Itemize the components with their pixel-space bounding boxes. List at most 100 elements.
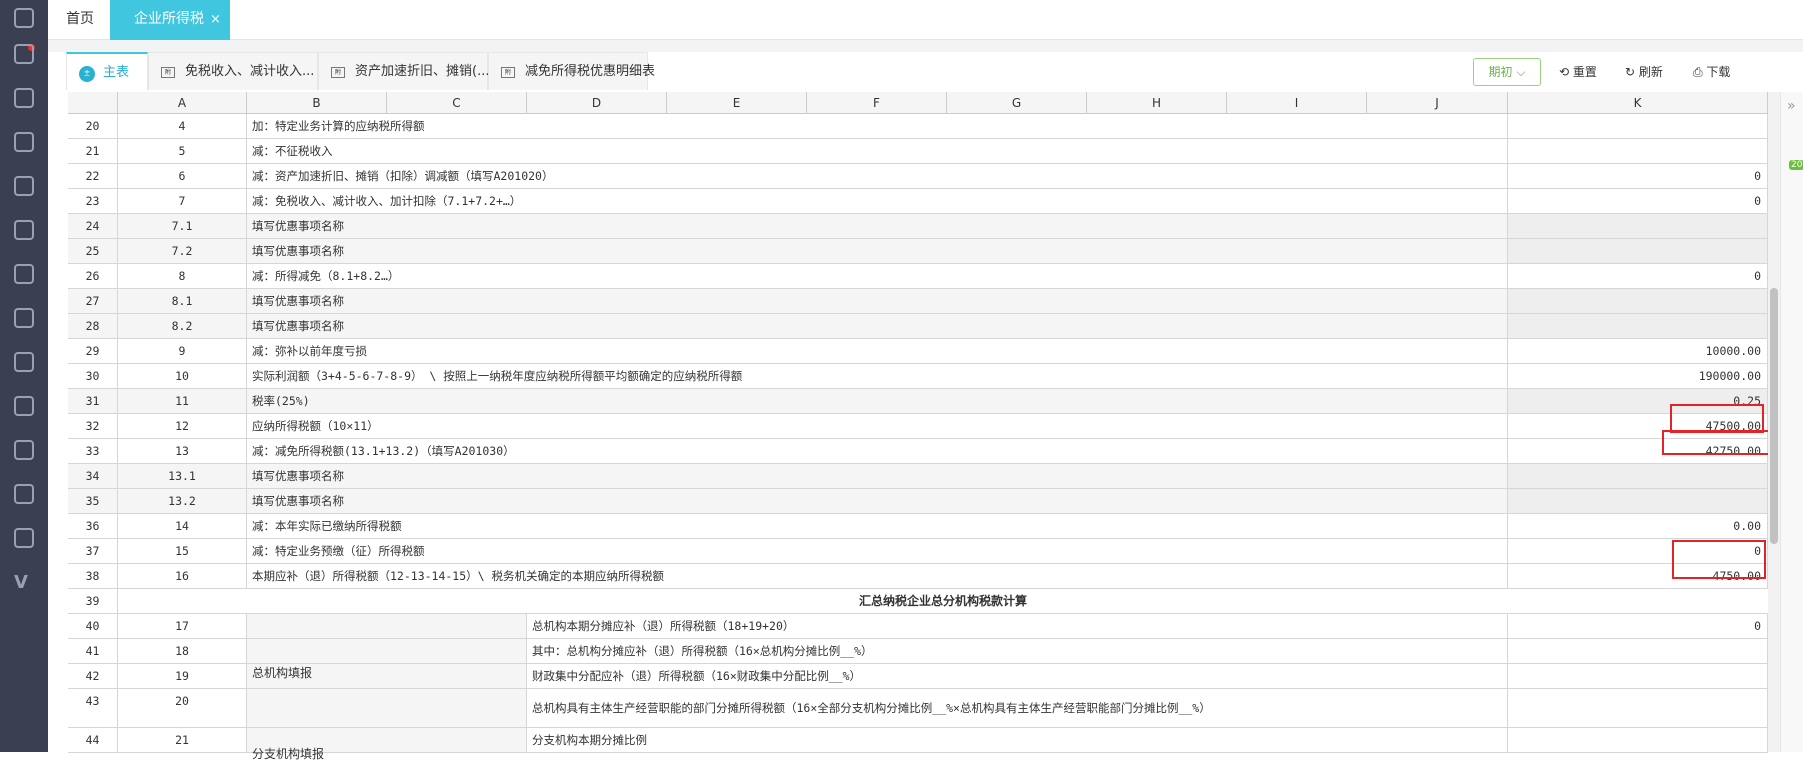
column-header[interactable]: H xyxy=(1087,92,1227,114)
chart-icon[interactable] xyxy=(14,88,34,108)
row-value[interactable] xyxy=(1508,639,1768,663)
table-row: 33 13 减：减免所得税额(13.1+13.2)（填写A201030） 42750.… xyxy=(68,439,1768,464)
row-index: 7 xyxy=(118,189,247,213)
row-description: 分支机构本期分摊比例 xyxy=(527,728,1508,752)
column-header[interactable]: C xyxy=(387,92,527,114)
highlight-box-row-38 xyxy=(1672,540,1766,579)
right-collapse-panel[interactable]: » 20 xyxy=(1780,92,1803,752)
scrollbar-thumb[interactable] xyxy=(1770,288,1778,544)
sheet-tab-label: 减免所得税优惠明细表 xyxy=(525,64,656,79)
row-value[interactable] xyxy=(1508,139,1768,163)
row-description: 填写优惠事项名称 xyxy=(247,239,1508,263)
archive-icon[interactable] xyxy=(14,440,34,460)
table-row: 27 8.1 填写优惠事项名称 xyxy=(68,289,1768,314)
chevron-right-icon[interactable]: » xyxy=(1787,98,1796,114)
row-value[interactable] xyxy=(1508,489,1768,513)
row-number: 38 xyxy=(68,564,118,588)
download-label: 下载 xyxy=(1706,65,1731,79)
report-icon[interactable] xyxy=(14,220,34,240)
period-dropdown[interactable]: 期初 ⌵ xyxy=(1473,58,1541,86)
video-icon[interactable] xyxy=(14,528,34,548)
row-number: 36 xyxy=(68,514,118,538)
row-value[interactable]: 0 xyxy=(1508,189,1768,213)
section-row: 39 汇总纳税企业总分机构税款计算 xyxy=(68,589,1768,614)
row-number: 37 xyxy=(68,539,118,563)
row-description: 总机构具有主体生产经营职能的部门分摊所得税额（16×全部分支机构分摊比例__%×… xyxy=(527,689,1508,727)
tab-home[interactable]: 首页 xyxy=(66,0,94,40)
highlight-box-row-32 xyxy=(1670,404,1764,433)
row-index: 8.2 xyxy=(118,314,247,338)
column-header[interactable]: G xyxy=(947,92,1087,114)
sheet-tab-label: 主表 xyxy=(103,65,130,80)
document-icon[interactable] xyxy=(14,396,34,416)
row-number: 28 xyxy=(68,314,118,338)
refresh-button[interactable]: ↻ 刷新 xyxy=(1625,58,1663,86)
tax-icon[interactable] xyxy=(14,308,34,328)
row-value[interactable] xyxy=(1508,289,1768,313)
row-index: 4 xyxy=(118,114,247,138)
row-value[interactable]: 0.00 xyxy=(1508,514,1768,538)
sheet-tab-tax-relief[interactable]: 附减免所得税优惠明细表 xyxy=(488,52,655,90)
row-value[interactable]: 0 xyxy=(1508,164,1768,188)
invoice-icon[interactable] xyxy=(14,44,34,64)
toolbar: 期初 ⌵ ⟲ 重置 ↻ 刷新 ⎙ 下载 xyxy=(1463,58,1763,86)
row-value[interactable] xyxy=(1508,464,1768,488)
row-index: 17 xyxy=(118,614,247,638)
row-index: 5 xyxy=(118,139,247,163)
money-bag-icon[interactable] xyxy=(14,132,34,152)
row-value[interactable] xyxy=(1508,214,1768,238)
row-value[interactable] xyxy=(1508,664,1768,688)
sheet-tab-depreciation[interactable]: 附资产加速折旧、摊销(... xyxy=(318,52,489,90)
close-icon[interactable]: × xyxy=(210,12,221,27)
row-value[interactable] xyxy=(1508,114,1768,138)
row-description: 填写优惠事项名称 xyxy=(247,289,1508,313)
column-header[interactable]: D xyxy=(527,92,667,114)
column-header[interactable]: J xyxy=(1367,92,1508,114)
group-cell xyxy=(247,614,527,638)
row-value[interactable]: 0 xyxy=(1508,264,1768,288)
row-value[interactable]: 0 xyxy=(1508,614,1768,638)
v-logo-icon[interactable]: V xyxy=(14,572,34,593)
row-description: 减：免税收入、减计收入、加计扣除（7.1+7.2+…） xyxy=(247,189,1508,213)
sheet-icon: 附 xyxy=(501,67,515,78)
row-index: 15 xyxy=(118,539,247,563)
row-index: 18 xyxy=(118,639,247,663)
row-description: 本期应补（退）所得税额（12-13-14-15）\ 税务机关确定的本期应纳所得税… xyxy=(247,564,1508,588)
section-title: 汇总纳税企业总分机构税款计算 xyxy=(858,594,1027,608)
row-value[interactable] xyxy=(1508,728,1768,752)
vertical-scrollbar[interactable] xyxy=(1768,92,1780,752)
row-number: 34 xyxy=(68,464,118,488)
row-number: 22 xyxy=(68,164,118,188)
column-header[interactable]: I xyxy=(1227,92,1367,114)
row-index: 11 xyxy=(118,389,247,413)
column-header[interactable]: K xyxy=(1508,92,1768,114)
table-row: 41 18 其中：总机构分摊应补（退）所得税额（16×总机构分摊比例__%） xyxy=(68,639,1768,664)
gear-icon[interactable] xyxy=(14,484,34,504)
highlight-box-row-33 xyxy=(1662,430,1772,455)
row-index: 16 xyxy=(118,564,247,588)
row-number: 26 xyxy=(68,264,118,288)
row-description: 总机构本期分摊应补（退）所得税额（18+19+20） xyxy=(527,614,1508,638)
sheet-tab-exempt-income[interactable]: 附免税收入、减计收入... xyxy=(148,52,318,90)
tab-corporate-income-tax[interactable]: 企业所得税 × xyxy=(110,0,230,40)
download-button[interactable]: ⎙ 下载 xyxy=(1693,58,1730,86)
ledger-icon[interactable] xyxy=(14,176,34,196)
home-icon[interactable] xyxy=(14,8,34,28)
sheet-tab-main[interactable]: 主主表 xyxy=(66,52,148,90)
reset-button[interactable]: ⟲ 重置 xyxy=(1559,58,1597,86)
column-header[interactable]: B xyxy=(247,92,387,114)
table-row: 29 9 减：弥补以前年度亏损 10000.00 xyxy=(68,339,1768,364)
coins-icon[interactable] xyxy=(14,352,34,372)
column-header[interactable]: A xyxy=(118,92,247,114)
column-header[interactable]: E xyxy=(667,92,807,114)
row-value[interactable]: 10000.00 xyxy=(1508,339,1768,363)
row-index: 7.2 xyxy=(118,239,247,263)
row-number: 24 xyxy=(68,214,118,238)
row-value[interactable] xyxy=(1508,314,1768,338)
row-number: 41 xyxy=(68,639,118,663)
column-header[interactable]: F xyxy=(807,92,947,114)
store-icon[interactable] xyxy=(14,264,34,284)
row-value[interactable] xyxy=(1508,239,1768,263)
row-value[interactable] xyxy=(1508,689,1768,727)
row-value[interactable]: 190000.00 xyxy=(1508,364,1768,388)
